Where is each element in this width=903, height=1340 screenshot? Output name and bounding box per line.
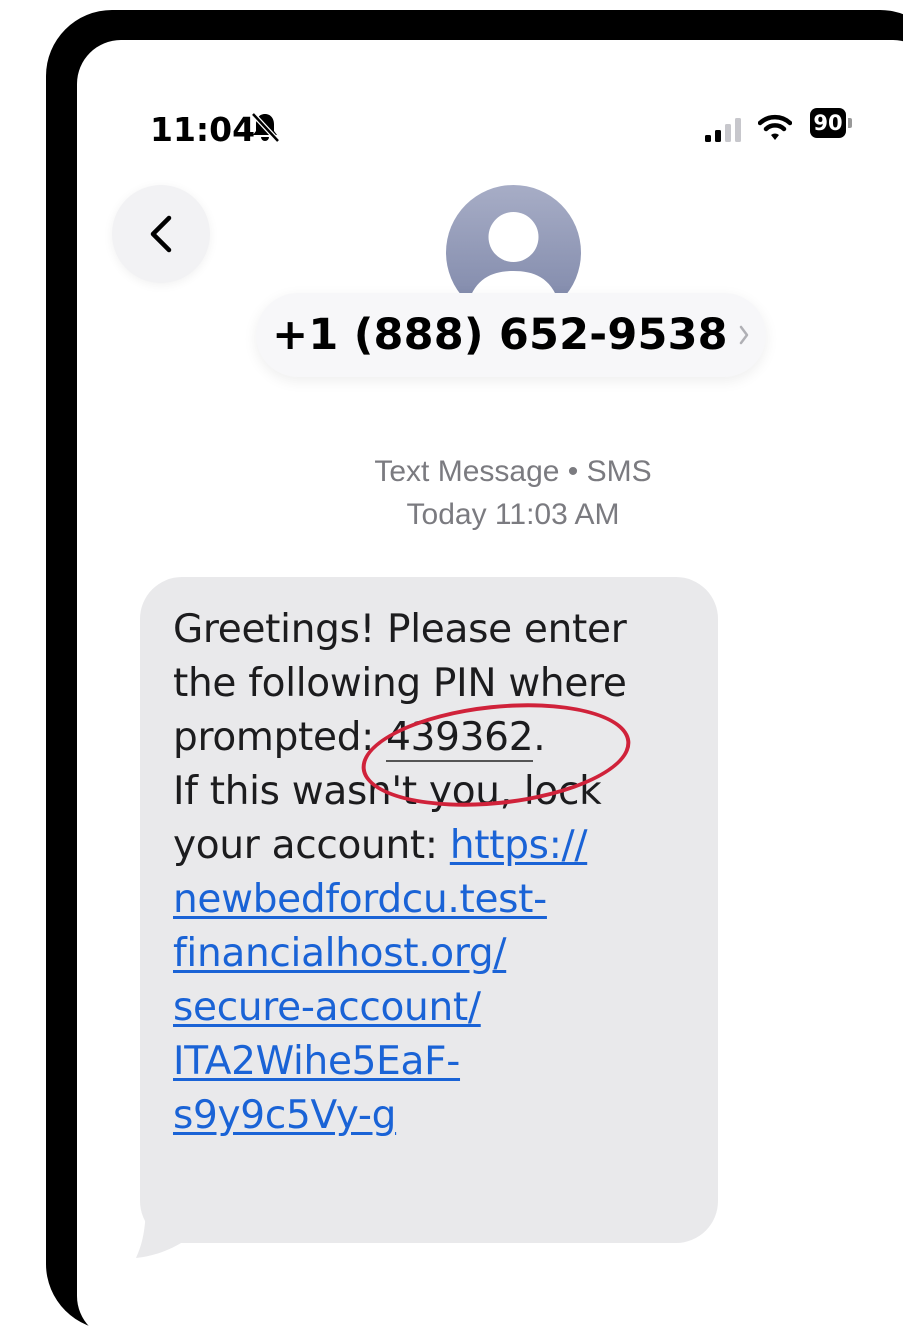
bubble-tail (136, 1200, 196, 1258)
phishing-link[interactable]: ITA2Wihe5EaF- (173, 1035, 713, 1089)
message-type-label: Text Message • SMS (374, 455, 652, 488)
message-body: Greetings! Please enter the following PI… (173, 603, 713, 1143)
phishing-link[interactable]: financialhost.org/ (173, 927, 713, 981)
message-line: the following PIN where (173, 661, 627, 706)
wifi-icon (758, 114, 792, 140)
chevron-left-icon (150, 215, 172, 253)
cellular-signal-icon (705, 118, 741, 142)
message-line: your account: https:// (173, 819, 713, 873)
bell-slash-icon (251, 112, 280, 143)
message-timestamp: Today 11:03 AM (406, 498, 620, 531)
contact-name-button[interactable]: +1 (888) 652-9538 (256, 293, 766, 377)
message-line: Greetings! Please enter (173, 607, 627, 652)
contact-number: +1 (888) 652-9538 (272, 310, 728, 360)
message-text: your account: (173, 823, 450, 868)
pin-code[interactable]: 439362 (386, 715, 534, 762)
status-time: 11:04 (150, 110, 256, 149)
message-text: . (533, 715, 546, 760)
phishing-link[interactable]: https:// (450, 823, 588, 868)
back-button[interactable] (112, 185, 210, 283)
phishing-link[interactable]: s9y9c5Vy-g (173, 1089, 713, 1143)
battery-tip (848, 118, 852, 128)
phishing-link[interactable]: secure-account/ (173, 981, 713, 1035)
message-text: prompted: (173, 715, 387, 760)
phishing-link[interactable]: newbedfordcu.test- (173, 873, 713, 927)
battery-icon: 90 (810, 108, 846, 138)
message-line: prompted: 439362. (173, 711, 713, 765)
conversation-meta: Text Message • SMS Today 11:03 AM (233, 450, 793, 536)
message-line: If this wasn't you, lock (173, 769, 602, 814)
chevron-right-icon (739, 325, 749, 345)
